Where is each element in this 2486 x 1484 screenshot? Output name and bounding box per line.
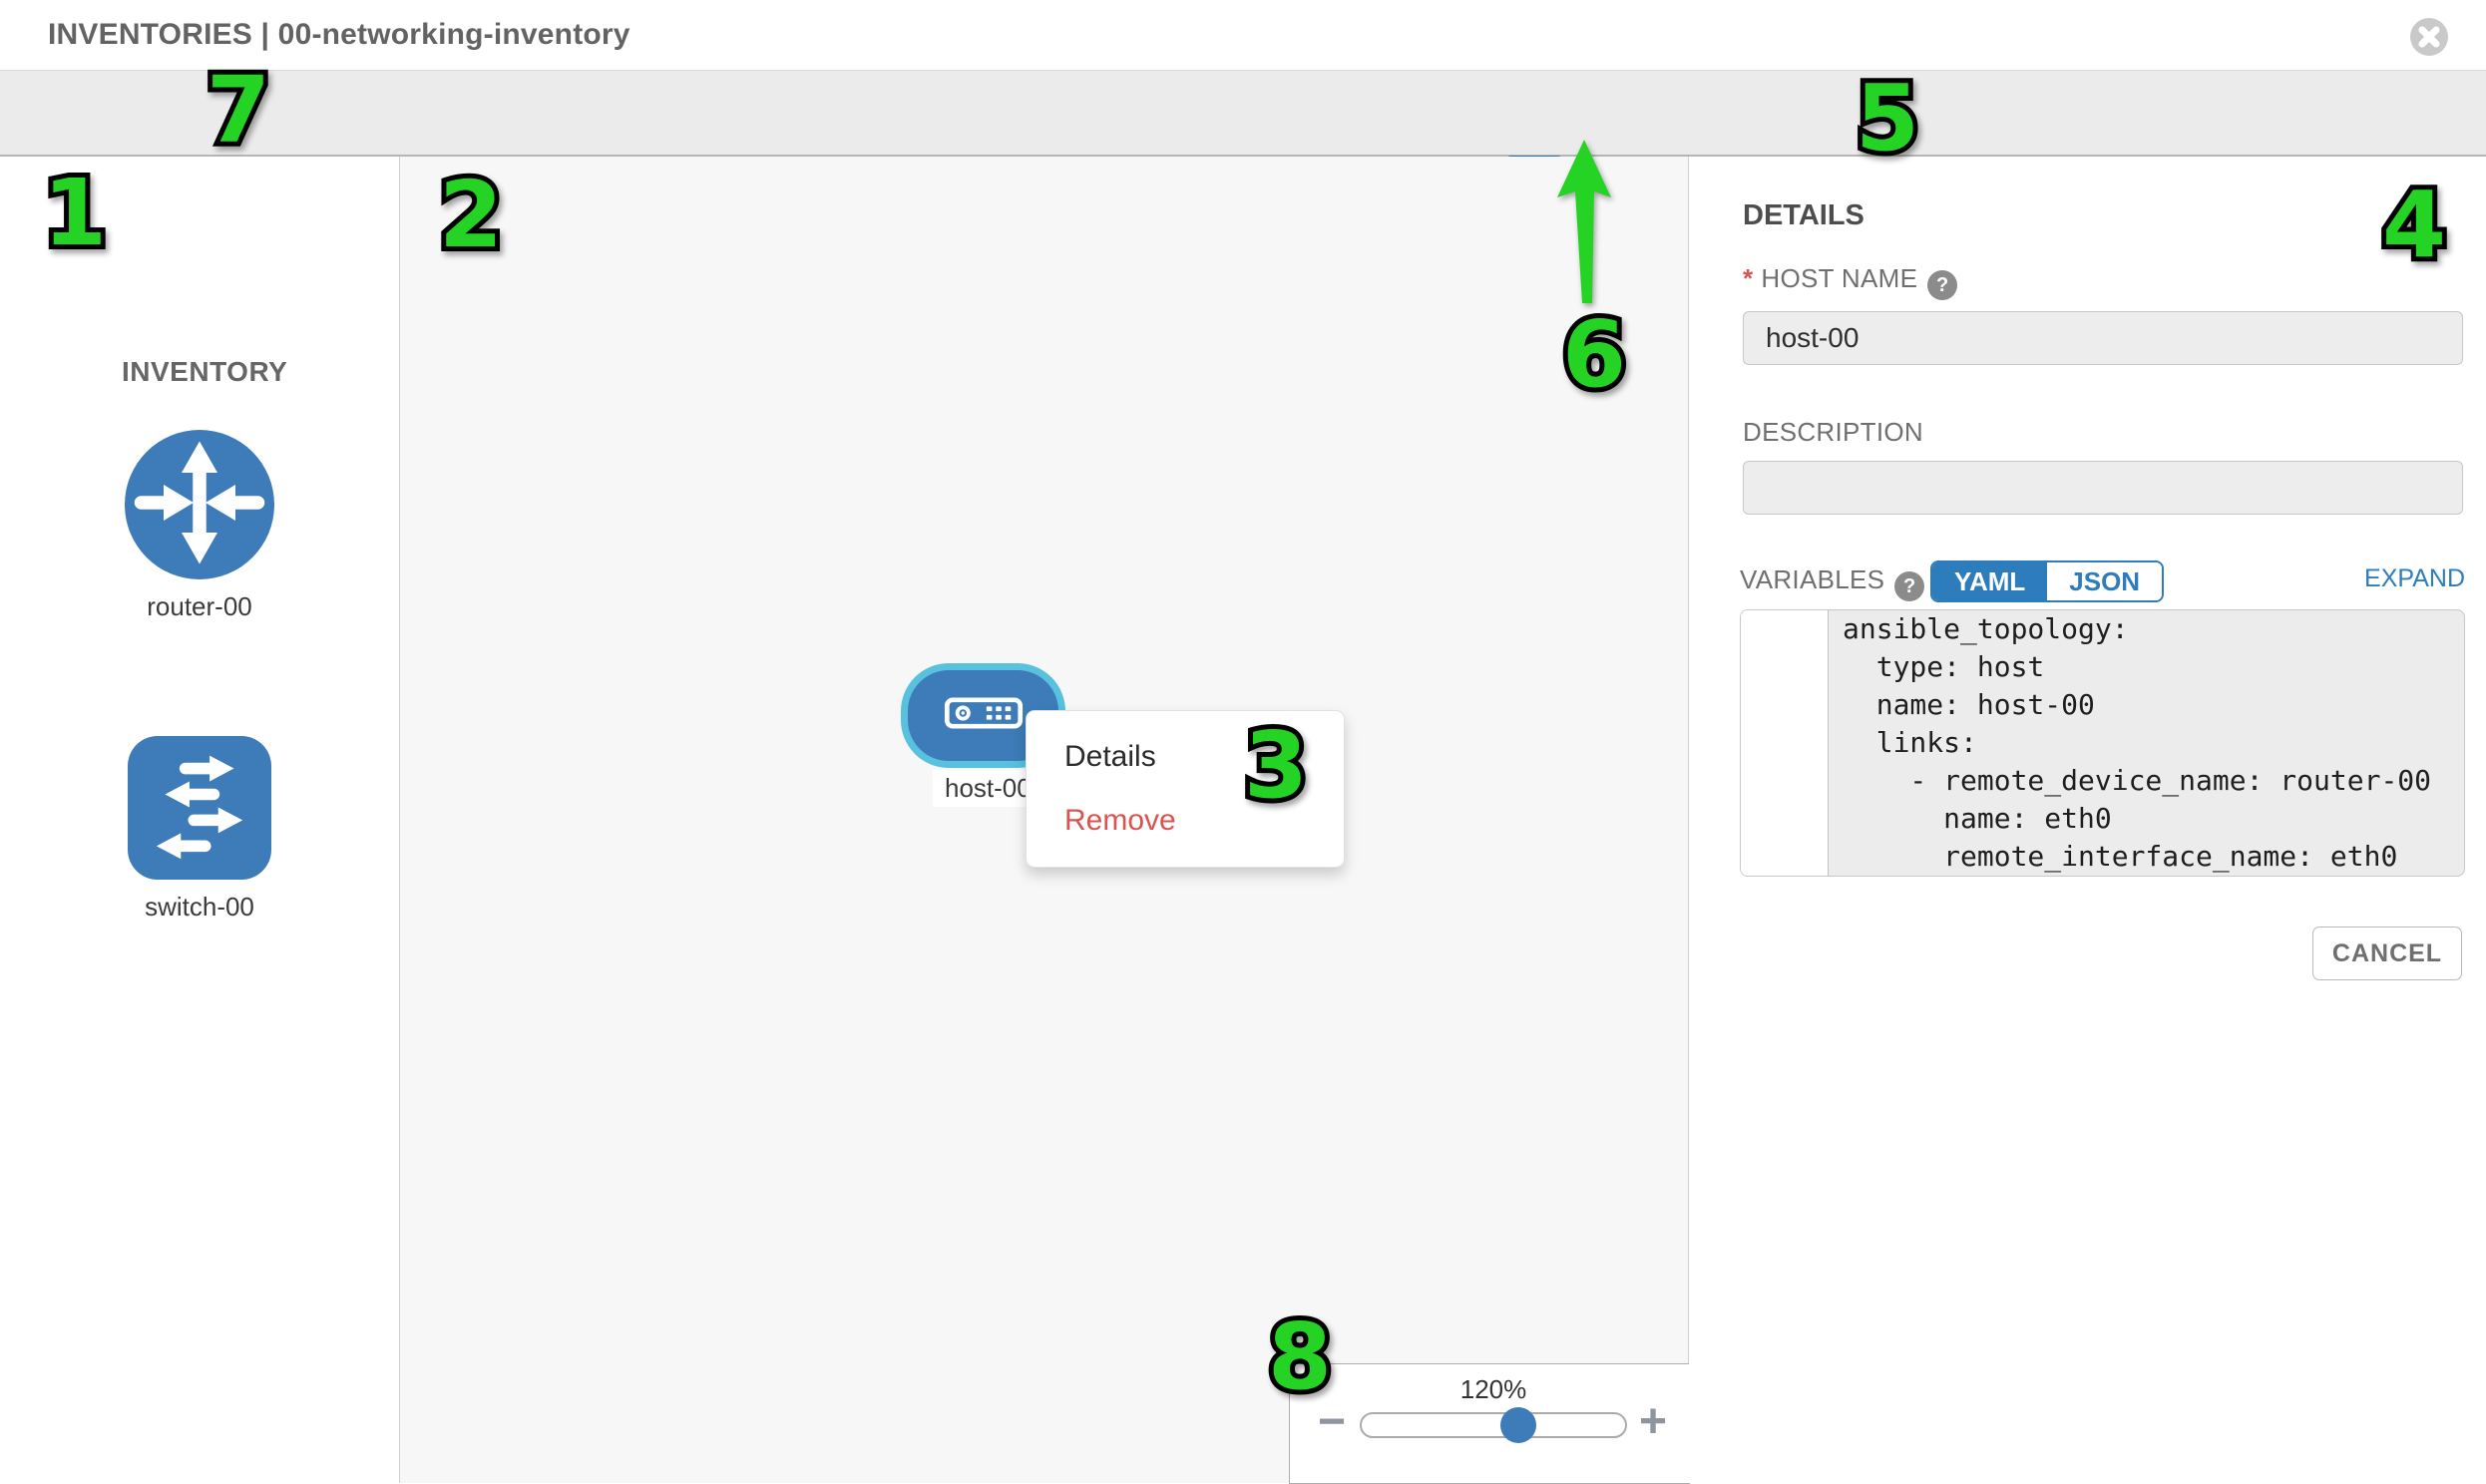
variables-format-toggle: YAML JSON <box>1930 560 2164 602</box>
help-icon[interactable]: ? <box>1894 571 1924 601</box>
annotation-number-3: 3 <box>1244 720 1308 812</box>
annotation-number-6: 6 <box>1562 309 1626 401</box>
code-line: 4 links: <box>1741 724 2464 762</box>
sidebar-title: INVENTORY <box>122 356 287 388</box>
sidebar-item-router[interactable] <box>125 430 274 579</box>
switch-node-label: switch-00 <box>100 892 299 923</box>
details-panel-title: DETAILS <box>1743 199 1864 232</box>
annotation-number-8: 8 <box>1268 1311 1332 1403</box>
host-name-label: *HOST NAME? <box>1743 263 1957 300</box>
toolbar: ACTIONS SEAR <box>0 70 2486 157</box>
expand-link[interactable]: EXPAND <box>2364 564 2465 593</box>
code-line: 5 - remote_device_name: router-00 <box>1741 762 2464 800</box>
code-line: 7 remote_interface_name: eth0 <box>1741 838 2464 876</box>
required-asterisk: * <box>1743 263 1753 293</box>
annotation-number-1: 1 <box>43 168 107 259</box>
tab-yaml[interactable]: YAML <box>1932 562 2047 600</box>
page-title: INVENTORIES | 00-networking-inventory <box>48 18 630 52</box>
sidebar-item-switch[interactable] <box>128 736 271 880</box>
switch-icon <box>128 734 271 883</box>
server-icon <box>944 697 1024 734</box>
cancel-button[interactable]: CANCEL <box>2312 927 2462 980</box>
router-icon <box>125 428 274 582</box>
host-name-input[interactable]: host-00 <box>1743 311 2463 365</box>
code-line: 1 ansible_topology: <box>1741 610 2464 648</box>
header: INVENTORIES | 00-networking-inventory <box>0 0 2486 70</box>
annotation-number-5: 5 <box>1856 73 1919 165</box>
inventory-sidebar: INVENTORY router-00 <box>0 157 400 1483</box>
close-icon <box>2410 43 2448 60</box>
zoom-slider-thumb[interactable] <box>1500 1407 1536 1443</box>
router-node-label: router-00 <box>100 591 299 622</box>
code-line: 3 name: host-00 <box>1741 686 2464 724</box>
description-input[interactable] <box>1743 461 2463 515</box>
code-gutter-background <box>1741 610 1829 876</box>
help-icon[interactable]: ? <box>1927 270 1957 300</box>
variables-code-editor[interactable]: 1 ansible_topology: 2 type: host 3 name:… <box>1740 609 2465 877</box>
annotation-number-4: 4 <box>2382 180 2446 271</box>
zoom-control-panel: 120% − + <box>1289 1363 1690 1484</box>
close-button[interactable] <box>2410 18 2448 56</box>
tab-json[interactable]: JSON <box>2047 562 2162 600</box>
details-panel: DETAILS *HOST NAME? host-00 DESCRIPTION … <box>1689 157 2486 1483</box>
annotation-number-7: 7 <box>207 65 270 157</box>
annotation-number-2: 2 <box>439 170 503 261</box>
variables-label: VARIABLES? <box>1740 564 1924 601</box>
code-line: 2 type: host <box>1741 648 2464 686</box>
description-label: DESCRIPTION <box>1743 417 1923 448</box>
zoom-slider-track[interactable] <box>1360 1412 1627 1438</box>
annotation-arrow-up-icon <box>1554 138 1620 307</box>
topology-canvas[interactable]: host-00 Details Remove 120% − + <box>400 157 1689 1483</box>
zoom-level-readout: 120% <box>1360 1374 1627 1405</box>
code-line: 6 name: eth0 <box>1741 800 2464 838</box>
zoom-in-button[interactable]: + <box>1639 1394 1667 1449</box>
